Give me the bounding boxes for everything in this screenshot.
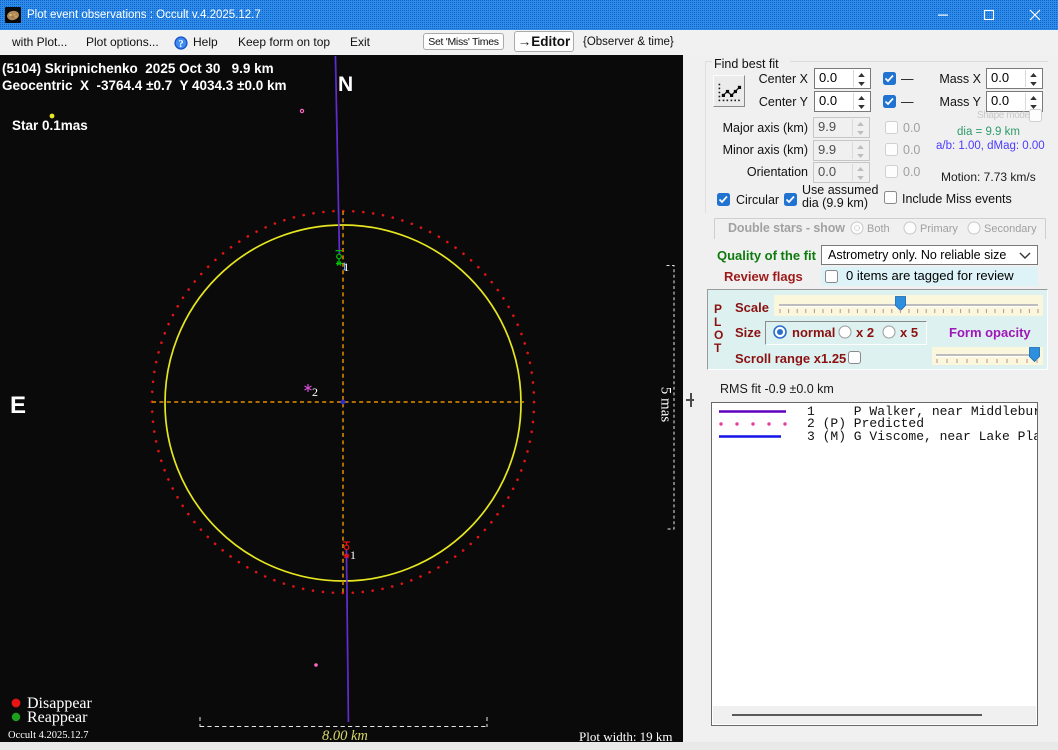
- svg-text:1: 1: [350, 548, 356, 562]
- svg-text:?: ?: [178, 39, 183, 50]
- svg-text:1: 1: [343, 260, 349, 274]
- svg-text:2: 2: [312, 385, 318, 399]
